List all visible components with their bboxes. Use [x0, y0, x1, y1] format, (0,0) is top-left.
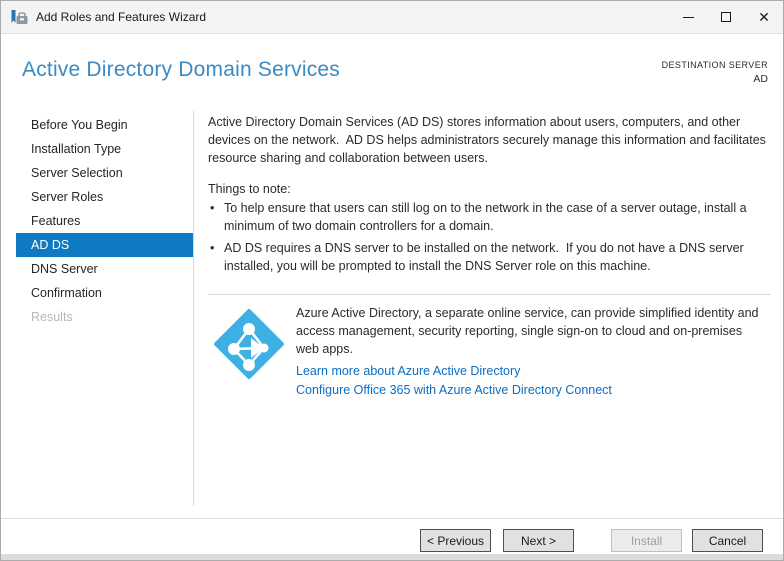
sidebar-item-results: Results — [31, 310, 73, 324]
things-to-note-label: Things to note: — [208, 182, 291, 196]
sidebar-item-before-you-begin[interactable]: Before You Begin — [16, 113, 193, 137]
next-button[interactable]: Next > — [503, 529, 574, 552]
sidebar-item-features[interactable]: Features — [16, 209, 193, 233]
bullet-item: • To help ensure that users can still lo… — [210, 199, 770, 235]
previous-button[interactable]: < Previous — [420, 529, 491, 552]
cancel-button[interactable]: Cancel — [692, 529, 763, 552]
minimize-icon[interactable] — [669, 1, 707, 33]
server-manager-toolbox-icon — [11, 9, 28, 24]
page-content: Active Directory Domain Services (AD DS)… — [208, 106, 776, 518]
sidebar-item-confirmation[interactable]: Confirmation — [16, 281, 193, 305]
sidebar-item-server-selection[interactable]: Server Selection — [16, 161, 193, 185]
title-bar: Add Roles and Features Wizard ✕ — [1, 1, 783, 34]
intro-paragraph: Active Directory Domain Services (AD DS)… — [208, 115, 770, 165]
destination-server-value: AD — [753, 73, 768, 85]
azure-description: Azure Active Directory, a separate onlin… — [296, 306, 762, 356]
wizard-steps-sidebar: Before You Begin Installation Type Serve… — [16, 113, 193, 329]
close-icon[interactable]: ✕ — [745, 1, 783, 33]
sidebar-content-divider — [193, 111, 194, 506]
bullet-icon: • — [210, 201, 215, 215]
bullet-text: AD DS requires a DNS server to be instal… — [224, 241, 748, 273]
page-title: Active Directory Domain Services — [22, 58, 340, 81]
maximize-icon[interactable] — [707, 1, 745, 33]
sidebar-item-ad-ds[interactable]: AD DS — [16, 233, 193, 257]
learn-more-azure-link[interactable]: Learn more about Azure Active Directory — [296, 362, 764, 380]
sidebar-item-server-roles[interactable]: Server Roles — [16, 185, 193, 209]
destination-server: DESTINATION SERVER AD — [662, 60, 768, 85]
sidebar-item-installation-type[interactable]: Installation Type — [16, 137, 193, 161]
configure-office365-link[interactable]: Configure Office 365 with Azure Active D… — [296, 381, 764, 399]
window-bottom-edge — [1, 554, 783, 560]
azure-active-directory-icon — [214, 309, 284, 379]
window-title: Add Roles and Features Wizard — [36, 10, 207, 24]
destination-server-label: DESTINATION SERVER — [661, 60, 768, 70]
bullet-item: • AD DS requires a DNS server to be inst… — [210, 239, 770, 275]
bullet-text: To help ensure that users can still log … — [224, 201, 751, 233]
footer-divider — [1, 518, 783, 519]
add-roles-features-wizard-window: Add Roles and Features Wizard ✕ Active D… — [0, 0, 784, 561]
bullet-icon: • — [210, 241, 215, 255]
install-button[interactable]: Install — [611, 529, 682, 552]
window-controls: ✕ — [669, 1, 783, 33]
azure-section-divider — [208, 294, 771, 295]
sidebar-item-dns-server[interactable]: DNS Server — [16, 257, 193, 281]
